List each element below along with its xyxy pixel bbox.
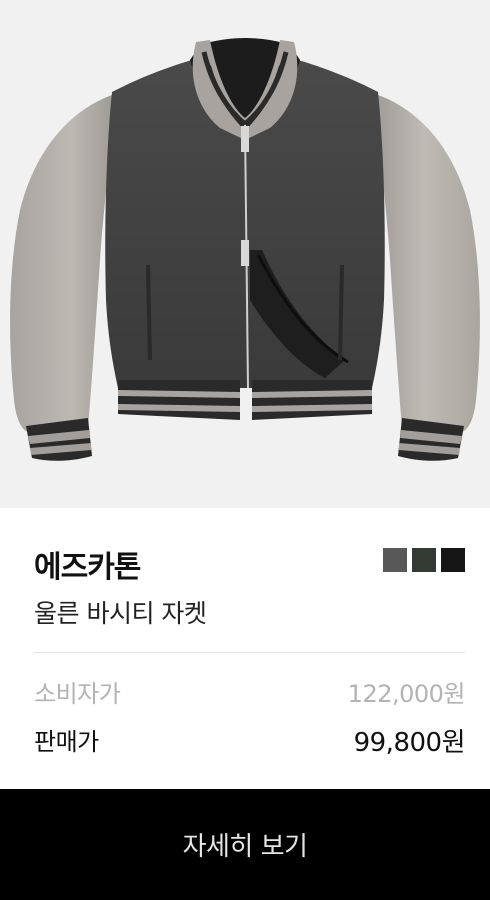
product-card[interactable]: 에즈카톤 울른 바시티 자켓 소비자가 122,000원 판매가 99,800원… [0,0,490,900]
view-details-button[interactable]: 자세히 보기 [0,789,490,900]
color-swatches [383,548,465,572]
retail-price-value: 122,000원 [347,680,466,708]
sale-price-value: 99,800원 [353,728,466,758]
retail-price-row: 소비자가 122,000원 [34,674,466,708]
retail-price-label: 소비자가 [34,680,121,708]
product-name[interactable]: 울른 바시티 자켓 [34,594,207,630]
product-image[interactable] [0,0,490,508]
color-swatch-dark-green-gray[interactable] [412,548,436,572]
color-swatch-charcoal-gray[interactable] [383,548,407,572]
jacket-illustration [10,38,480,461]
divider [34,652,465,653]
sale-price-row: 판매가 99,800원 [34,722,466,758]
sale-price-label: 판매가 [34,728,99,756]
color-swatch-black[interactable] [441,548,465,572]
brand-name[interactable]: 에즈카톤 [34,542,141,586]
